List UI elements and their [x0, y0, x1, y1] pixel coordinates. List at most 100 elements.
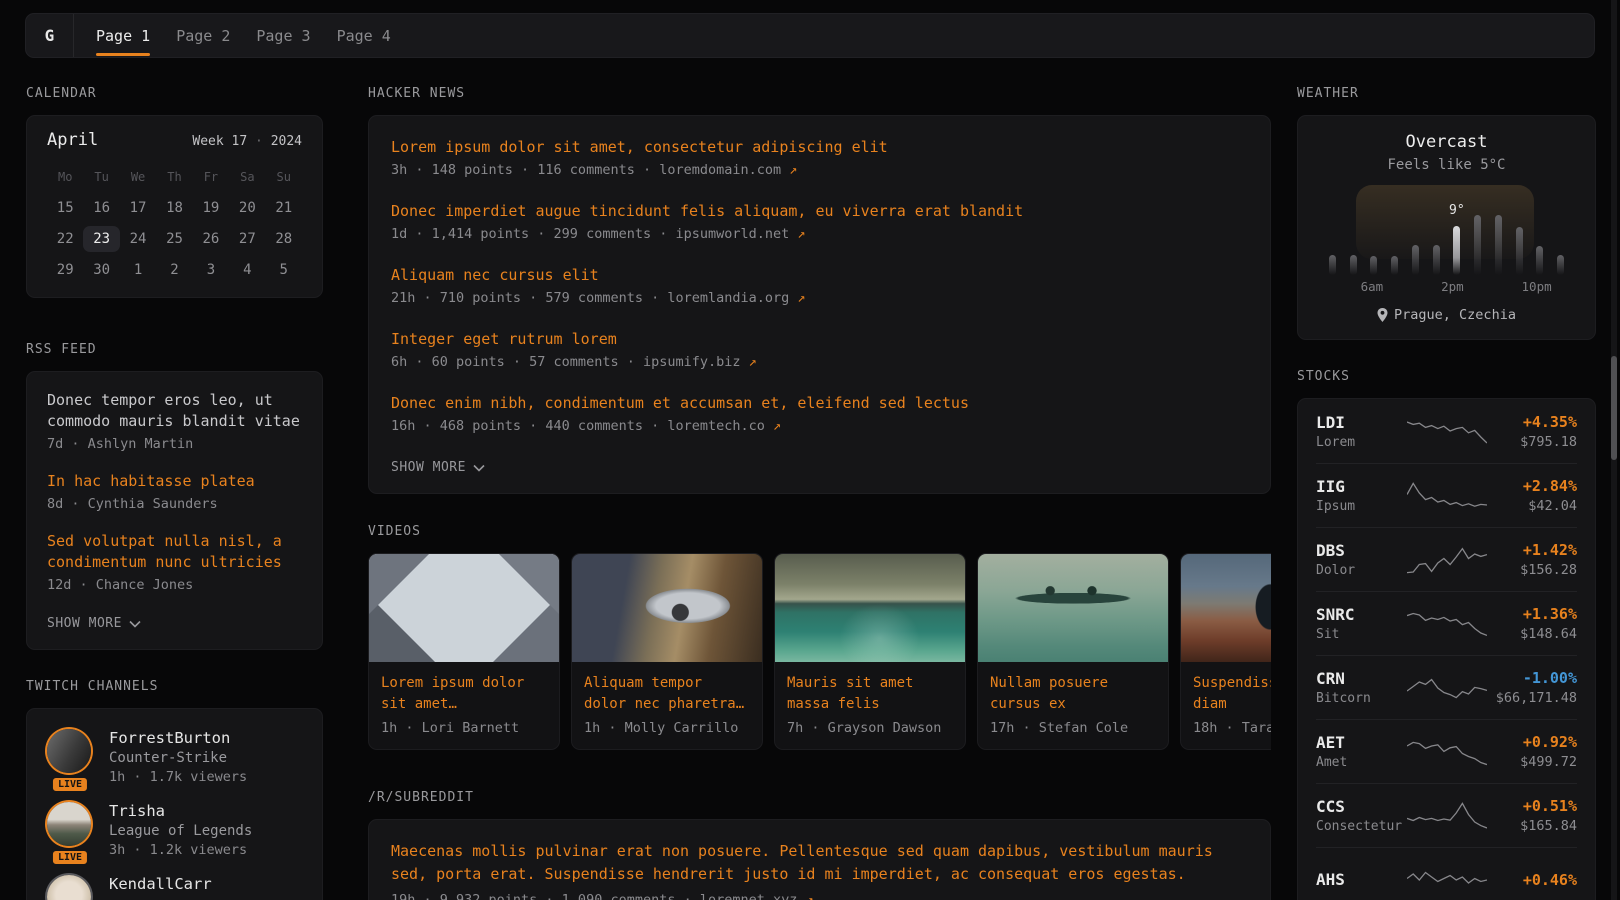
hn-item-title[interactable]: Lorem ipsum dolor sit amet, consectetur … — [391, 136, 1248, 158]
calendar-day[interactable]: 28 — [266, 226, 302, 252]
stock-ticker[interactable]: CCS — [1316, 797, 1407, 816]
calendar-day[interactable]: 19 — [193, 195, 229, 221]
calendar-day[interactable]: 29 — [47, 257, 83, 283]
stock-row: SNRCSit+1.36%$148.64 — [1316, 591, 1577, 655]
stock-sparkline — [1407, 798, 1487, 834]
subreddit-post-title[interactable]: Maecenas mollis pulvinar erat non posuer… — [391, 840, 1248, 886]
avatar[interactable] — [47, 875, 91, 900]
calendar-weekday: Fr — [193, 164, 229, 190]
subreddit-post-domain-link[interactable]: loremnet.xyz ↗ — [700, 892, 814, 900]
weather-bar[interactable] — [1495, 215, 1502, 275]
weather-bar[interactable] — [1557, 255, 1564, 275]
hn-item-title[interactable]: Integer eget rutrum lorem — [391, 328, 1248, 350]
hackernews-show-more-button[interactable]: SHOW MORE — [391, 460, 485, 475]
video-title[interactable]: Aliquam tempor dolor nec pharetra… — [572, 662, 762, 715]
page-scrollbar-thumb[interactable] — [1611, 356, 1617, 460]
calendar-day[interactable]: 27 — [229, 226, 265, 252]
stock-values: +0.51%$165.84 — [1487, 797, 1578, 834]
video-thumbnail[interactable] — [1181, 554, 1271, 662]
tab-page-2[interactable]: Page 2 — [176, 14, 230, 57]
hn-item-domain-link[interactable]: loremtech.co ↗ — [667, 418, 781, 434]
calendar-day[interactable]: 1 — [120, 257, 156, 283]
stock-row: IIGIpsum+2.84%$42.04 — [1316, 463, 1577, 527]
hn-item-domain-link[interactable]: loremdomain.com ↗ — [659, 162, 797, 178]
weather-bar[interactable] — [1453, 226, 1460, 275]
weather-bar-slot — [1509, 193, 1530, 275]
stock-ticker[interactable]: AHS — [1316, 870, 1407, 889]
calendar-day[interactable]: 30 — [83, 257, 119, 283]
calendar-day[interactable]: 3 — [193, 257, 229, 283]
weather-bar[interactable] — [1516, 227, 1523, 275]
calendar-day[interactable]: 18 — [156, 195, 192, 221]
rss-show-more-button[interactable]: SHOW MORE — [47, 616, 141, 631]
weather-bar[interactable] — [1329, 255, 1336, 275]
calendar-day[interactable]: 24 — [120, 226, 156, 252]
video-title[interactable]: Lorem ipsum dolor sit amet consectetu… — [369, 662, 559, 715]
video-meta: 7h · Grayson Dawson — [775, 715, 965, 749]
calendar-day[interactable]: 20 — [229, 195, 265, 221]
stock-ticker[interactable]: IIG — [1316, 477, 1407, 496]
hn-item-title[interactable]: Aliquam nec cursus elit — [391, 264, 1248, 286]
hn-item-meta-text: 1d · 1,414 points · 299 comments · — [391, 226, 675, 242]
tab-page-1[interactable]: Page 1 — [96, 14, 150, 57]
calendar-day[interactable]: 2 — [156, 257, 192, 283]
weather-bar[interactable] — [1412, 245, 1419, 275]
video-thumbnail[interactable] — [572, 554, 762, 662]
calendar-day[interactable]: 21 — [266, 195, 302, 221]
twitch-channel-name[interactable]: KendallCarr — [109, 875, 212, 893]
weather-bar[interactable] — [1370, 256, 1377, 275]
video-thumbnail[interactable] — [775, 554, 965, 662]
rss-item-title[interactable]: Donec tempor eros leo, ut commodo mauris… — [47, 390, 302, 432]
calendar-year: 2024 — [271, 134, 302, 149]
avatar[interactable] — [47, 729, 91, 773]
video-title[interactable]: Mauris sit amet massa felis — [775, 662, 965, 715]
stock-values: -1.00%$66,171.48 — [1487, 669, 1578, 706]
hn-item-meta: 6h · 60 points · 57 comments · ipsumify.… — [391, 352, 1248, 372]
weather-bar[interactable] — [1350, 255, 1357, 275]
stock-ticker[interactable]: AET — [1316, 733, 1407, 752]
stock-ticker[interactable]: LDI — [1316, 413, 1407, 432]
calendar-day[interactable]: 25 — [156, 226, 192, 252]
calendar-weekday: Mo — [47, 164, 83, 190]
hn-item-title[interactable]: Donec enim nibh, condimentum et accumsan… — [391, 392, 1248, 414]
hn-item-domain-link[interactable]: ipsumworld.net ↗ — [675, 226, 805, 242]
calendar-day[interactable]: 22 — [47, 226, 83, 252]
rss-item-title[interactable]: Sed volutpat nulla nisl, a condimentum n… — [47, 531, 302, 573]
avatar[interactable] — [47, 802, 91, 846]
hn-item-meta: 16h · 468 points · 440 comments · loremt… — [391, 416, 1248, 436]
video-title[interactable]: Nullam posuere cursus ex — [978, 662, 1168, 715]
calendar-day[interactable]: 17 — [120, 195, 156, 221]
calendar-day[interactable]: 26 — [193, 226, 229, 252]
calendar-day[interactable]: 4 — [229, 257, 265, 283]
video-thumbnail[interactable] — [369, 554, 559, 662]
stock-price: $148.64 — [1487, 626, 1578, 642]
stock-ticker[interactable]: DBS — [1316, 541, 1407, 560]
weather-bar[interactable] — [1433, 245, 1440, 275]
calendar-day[interactable]: 23 — [83, 226, 119, 252]
rss-item-title[interactable]: In hac habitasse platea — [47, 471, 302, 492]
twitch-channel-name[interactable]: Trisha — [109, 802, 252, 820]
video-thumbnail[interactable] — [978, 554, 1168, 662]
tab-page-3[interactable]: Page 3 — [256, 14, 310, 57]
tab-page-4[interactable]: Page 4 — [337, 14, 391, 57]
rss-list: Donec tempor eros leo, ut commodo mauris… — [47, 390, 302, 595]
hn-item-domain-link[interactable]: ipsumify.biz ↗ — [643, 354, 757, 370]
stock-ticker[interactable]: CRN — [1316, 669, 1407, 688]
hn-item-domain-link[interactable]: loremlandia.org ↗ — [667, 290, 805, 306]
weather-bar[interactable] — [1474, 215, 1481, 275]
calendar-day[interactable]: 5 — [266, 257, 302, 283]
twitch-channel-name[interactable]: ForrestBurton — [109, 729, 247, 747]
twitch-channel-row: LIVETrishaLeague of Legends3h · 1.2k vie… — [47, 802, 302, 858]
subreddit-post-domain: loremnet.xyz — [700, 892, 798, 900]
calendar-day[interactable]: 15 — [47, 195, 83, 221]
stock-ticker[interactable]: SNRC — [1316, 605, 1407, 624]
weather-bar[interactable] — [1536, 246, 1543, 275]
calendar-day[interactable]: 16 — [83, 195, 119, 221]
app-logo[interactable]: G — [26, 14, 74, 57]
stock-change: +1.36% — [1487, 605, 1578, 623]
video-meta: 1h · Molly Carrillo — [572, 715, 762, 749]
weather-bar[interactable] — [1391, 256, 1398, 275]
video-title[interactable]: Suspendisse posuere diam — [1181, 662, 1271, 715]
weather-bar-slot — [1364, 193, 1385, 275]
hn-item-title[interactable]: Donec imperdiet augue tincidunt felis al… — [391, 200, 1248, 222]
